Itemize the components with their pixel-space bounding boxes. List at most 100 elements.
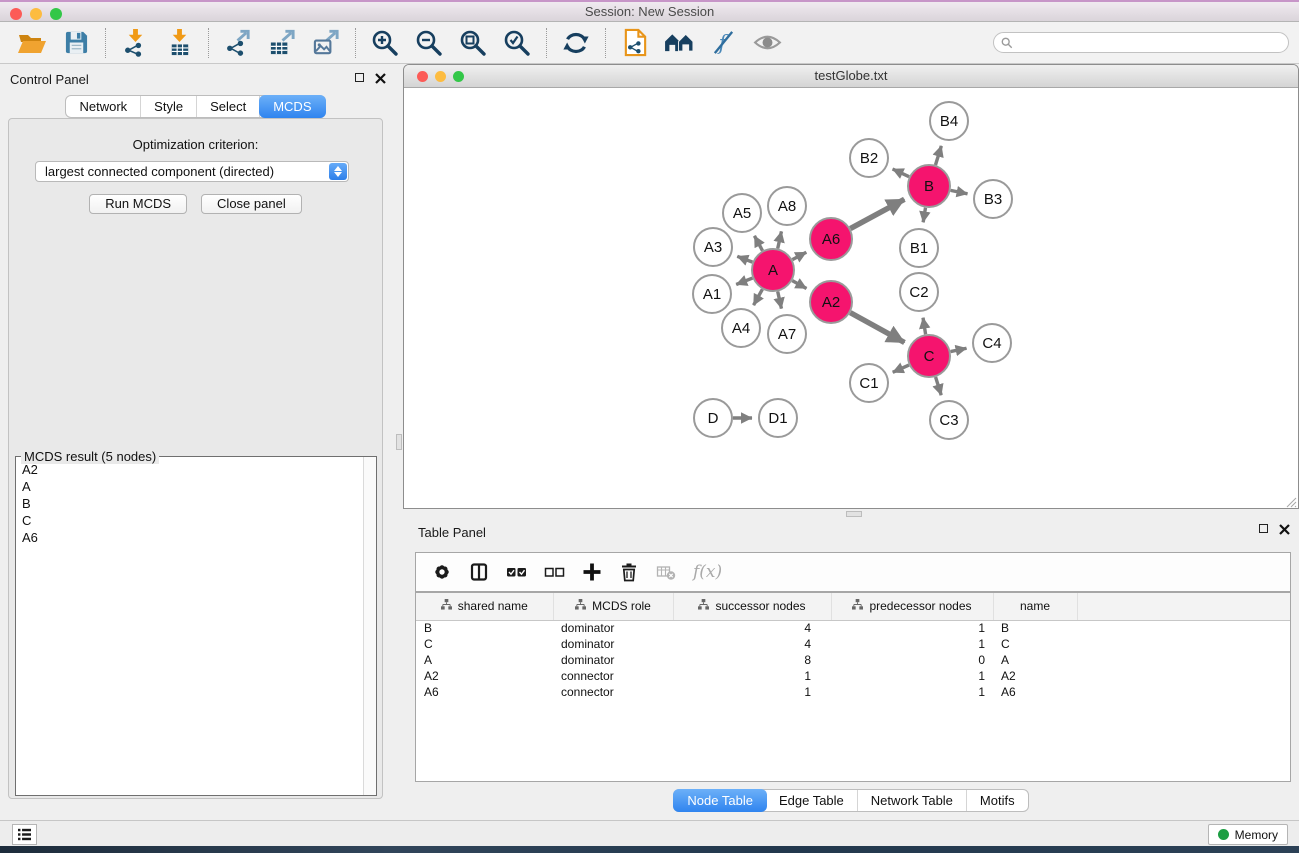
tab-network[interactable]: Network bbox=[66, 96, 141, 117]
graph-edge-C-C3[interactable] bbox=[936, 377, 942, 395]
zoom-window-button[interactable] bbox=[50, 8, 62, 20]
cell-successor-nodes[interactable]: 4 bbox=[673, 620, 831, 636]
cell-shared-name[interactable]: B bbox=[416, 620, 553, 636]
save-icon[interactable] bbox=[54, 26, 98, 60]
graph-node-A7[interactable]: A7 bbox=[768, 315, 806, 353]
network-canvas[interactable]: AA1A2A3A4A5A6A7A8BB1B2B3B4CC1C2C3C4DD1 bbox=[405, 89, 1297, 507]
graph-edge-C-C1[interactable] bbox=[893, 365, 909, 372]
cell-MCDS-role[interactable]: dominator bbox=[553, 620, 673, 636]
result-item-c[interactable]: C bbox=[22, 512, 376, 529]
network-minimize-button[interactable] bbox=[435, 71, 446, 82]
horizontal-splitter-handle[interactable] bbox=[846, 511, 862, 517]
float-table-panel-icon[interactable] bbox=[1259, 524, 1268, 533]
search-input[interactable] bbox=[1017, 36, 1281, 50]
graph-edge-A-A5[interactable] bbox=[754, 236, 762, 251]
graph-node-B1[interactable]: B1 bbox=[900, 229, 938, 267]
close-panel-icon[interactable] bbox=[375, 73, 386, 84]
cell-successor-nodes[interactable]: 4 bbox=[673, 636, 831, 652]
table-row[interactable]: A2connector11A2 bbox=[416, 668, 1290, 684]
network-close-button[interactable] bbox=[417, 71, 428, 82]
graph-edge-A6-B[interactable] bbox=[850, 199, 904, 228]
cell-predecessor-nodes[interactable]: 1 bbox=[831, 636, 993, 652]
cell-name[interactable]: B bbox=[993, 620, 1077, 636]
graph-edge-C-C4[interactable] bbox=[951, 348, 967, 351]
cell-shared-name[interactable]: A bbox=[416, 652, 553, 668]
column-header-name[interactable]: name bbox=[993, 593, 1077, 620]
graph-edge-B-B2[interactable] bbox=[893, 169, 910, 177]
export-image-icon[interactable] bbox=[304, 26, 348, 60]
graph-edge-B-B1[interactable] bbox=[923, 208, 925, 223]
minimize-window-button[interactable] bbox=[30, 8, 42, 20]
cell-successor-nodes[interactable]: 1 bbox=[673, 684, 831, 700]
graph-edge-B-B4[interactable] bbox=[935, 146, 941, 165]
import-table-icon[interactable] bbox=[157, 26, 201, 60]
cell-successor-nodes[interactable]: 1 bbox=[673, 668, 831, 684]
graph-edge-A-A4[interactable] bbox=[754, 289, 763, 305]
cell-predecessor-nodes[interactable]: 1 bbox=[831, 668, 993, 684]
cell-MCDS-role[interactable]: connector bbox=[553, 668, 673, 684]
cell-predecessor-nodes[interactable]: 0 bbox=[831, 652, 993, 668]
column-header-predecessor-nodes[interactable]: predecessor nodes bbox=[831, 593, 993, 620]
graph-node-C1[interactable]: C1 bbox=[850, 364, 888, 402]
table-row[interactable]: Bdominator41B bbox=[416, 620, 1290, 636]
cell-name[interactable]: A2 bbox=[993, 668, 1077, 684]
table-row[interactable]: A6connector11A6 bbox=[416, 684, 1290, 700]
network-from-file-icon[interactable] bbox=[613, 26, 657, 60]
cell-name[interactable]: A bbox=[993, 652, 1077, 668]
tab-network-table[interactable]: Network Table bbox=[858, 790, 967, 811]
float-panel-icon[interactable] bbox=[355, 73, 364, 82]
result-item-a[interactable]: A bbox=[22, 478, 376, 495]
network-zoom-button[interactable] bbox=[453, 71, 464, 82]
criterion-dropdown[interactable]: largest connected component (directed) bbox=[35, 161, 349, 182]
zoom-selected-icon[interactable] bbox=[495, 26, 539, 60]
network-window-titlebar[interactable]: testGlobe.txt bbox=[404, 65, 1298, 88]
graph-node-A4[interactable]: A4 bbox=[722, 309, 760, 347]
cell-MCDS-role[interactable]: dominator bbox=[553, 636, 673, 652]
column-header-successor-nodes[interactable]: successor nodes bbox=[673, 593, 831, 620]
export-table-icon[interactable] bbox=[260, 26, 304, 60]
resize-grip[interactable] bbox=[1283, 496, 1297, 508]
graph-node-B4[interactable]: B4 bbox=[930, 102, 968, 140]
tab-edge-table[interactable]: Edge Table bbox=[766, 790, 858, 811]
show-columns-icon[interactable] bbox=[469, 562, 489, 582]
vertical-splitter-handle[interactable] bbox=[396, 434, 402, 450]
table-settings-gear-icon[interactable] bbox=[432, 562, 452, 582]
refresh-icon[interactable] bbox=[554, 26, 598, 60]
export-network-icon[interactable] bbox=[216, 26, 260, 60]
add-column-icon[interactable] bbox=[582, 562, 602, 582]
graph-node-D1[interactable]: D1 bbox=[759, 399, 797, 437]
cell-shared-name[interactable]: C bbox=[416, 636, 553, 652]
zoom-out-icon[interactable] bbox=[407, 26, 451, 60]
graph-node-A2[interactable]: A2 bbox=[810, 281, 852, 323]
cell-MCDS-role[interactable]: dominator bbox=[553, 652, 673, 668]
graph-node-A[interactable]: A bbox=[752, 249, 794, 291]
tab-node-table[interactable]: Node Table bbox=[673, 789, 767, 812]
graph-node-A6[interactable]: A6 bbox=[810, 218, 852, 260]
graph-edge-A-A3[interactable] bbox=[737, 256, 752, 262]
graph-edge-A-A7[interactable] bbox=[778, 291, 782, 308]
run-mcds-button[interactable]: Run MCDS bbox=[89, 194, 187, 214]
task-history-button[interactable] bbox=[12, 824, 37, 845]
graph-node-C3[interactable]: C3 bbox=[930, 401, 968, 439]
close-table-panel-icon[interactable] bbox=[1279, 524, 1290, 535]
toggle-visibility-icon[interactable] bbox=[745, 26, 789, 60]
deselect-all-icon[interactable] bbox=[544, 562, 565, 582]
graph-node-D[interactable]: D bbox=[694, 399, 732, 437]
cell-name[interactable]: C bbox=[993, 636, 1077, 652]
tab-mcds[interactable]: MCDS bbox=[259, 95, 325, 118]
graph-edge-A-A2[interactable] bbox=[792, 281, 806, 289]
graph-edge-A-A1[interactable] bbox=[736, 278, 752, 284]
zoom-in-icon[interactable] bbox=[363, 26, 407, 60]
tab-style[interactable]: Style bbox=[141, 96, 197, 117]
cell-predecessor-nodes[interactable]: 1 bbox=[831, 620, 993, 636]
open-folder-icon[interactable] bbox=[10, 26, 54, 60]
table-row[interactable]: Adominator80A bbox=[416, 652, 1290, 668]
graph-edge-A-A8[interactable] bbox=[778, 231, 782, 248]
graph-node-B[interactable]: B bbox=[908, 165, 950, 207]
graph-edge-A-A6[interactable] bbox=[792, 252, 806, 259]
result-item-a6[interactable]: A6 bbox=[22, 529, 376, 546]
tab-motifs[interactable]: Motifs bbox=[967, 790, 1028, 811]
cell-successor-nodes[interactable]: 8 bbox=[673, 652, 831, 668]
graph-edge-C-C2[interactable] bbox=[923, 318, 926, 335]
search-box[interactable] bbox=[993, 32, 1289, 53]
